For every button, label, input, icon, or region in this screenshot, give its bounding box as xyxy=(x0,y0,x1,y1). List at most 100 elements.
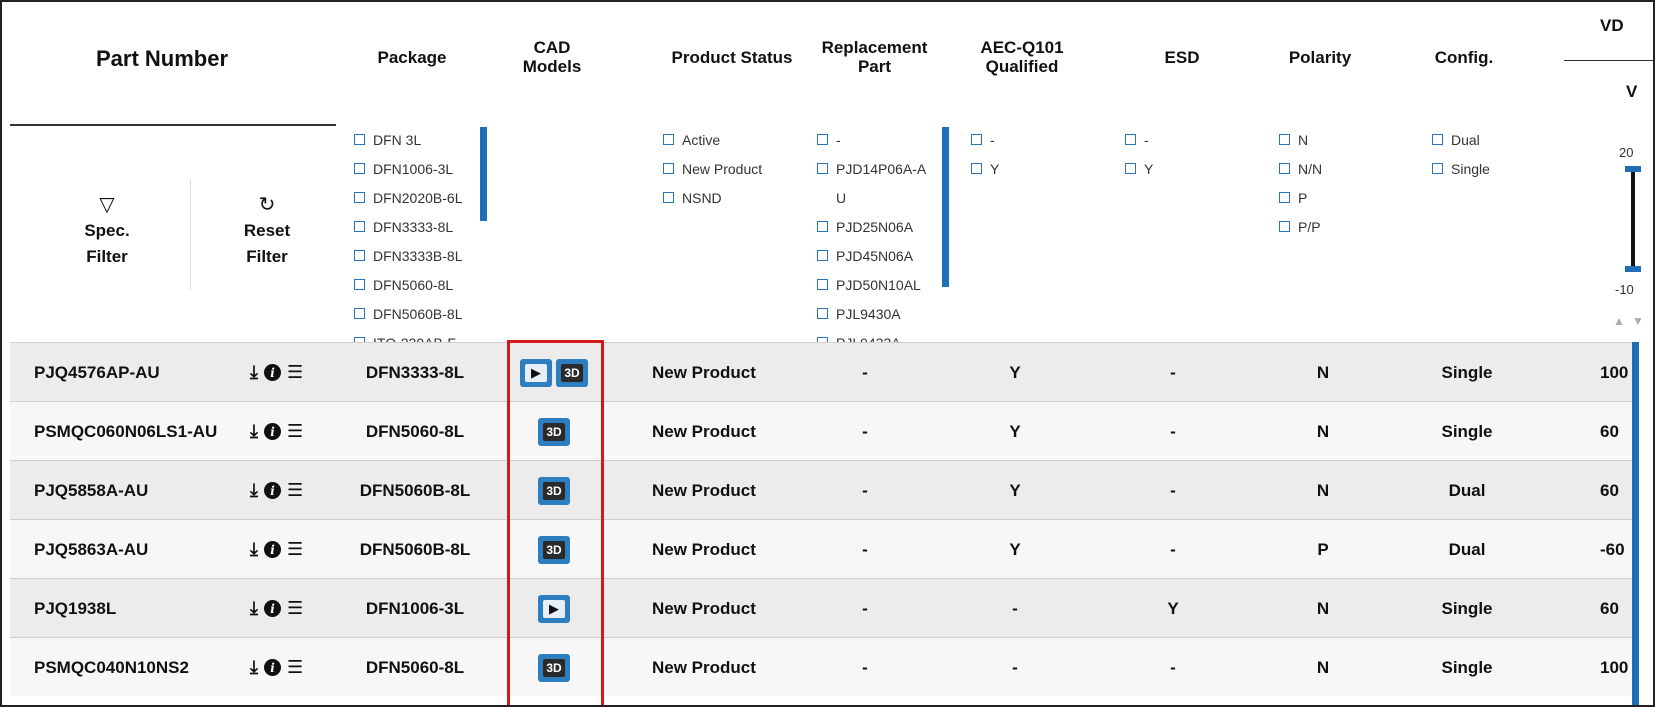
checkbox[interactable] xyxy=(1432,134,1443,145)
filter-option[interactable]: - xyxy=(971,125,1051,154)
vds-max-handle[interactable] xyxy=(1625,166,1641,172)
filter-option[interactable]: PJD14P06A-A xyxy=(817,154,942,183)
checkbox[interactable] xyxy=(354,308,365,319)
header-product-status[interactable]: Product Status xyxy=(652,48,812,67)
cart-icon[interactable]: ☰ xyxy=(287,421,303,442)
scroll-up-icon[interactable]: ▲ xyxy=(1613,314,1625,328)
checkbox[interactable] xyxy=(354,250,365,261)
table-scrollbar[interactable] xyxy=(1632,342,1639,705)
header-vds[interactable]: VD xyxy=(1600,16,1653,35)
checkbox[interactable] xyxy=(1279,192,1290,203)
filter-option[interactable]: Dual xyxy=(1432,125,1522,154)
checkbox[interactable] xyxy=(971,134,982,145)
spec-filter-button[interactable]: ▽ Spec. Filter xyxy=(62,194,152,270)
filter-option[interactable]: DFN 3L xyxy=(354,125,479,154)
filter-package-scrollbar[interactable] xyxy=(480,127,487,221)
vds-min-handle[interactable] xyxy=(1625,266,1641,272)
header-esd[interactable]: ESD xyxy=(1142,48,1222,67)
download-icon[interactable]: ⤓ xyxy=(250,657,258,678)
checkbox[interactable] xyxy=(354,134,365,145)
checkbox[interactable] xyxy=(354,221,365,232)
header-aec-q101[interactable]: AEC-Q101 Qualified xyxy=(967,38,1077,76)
checkbox[interactable] xyxy=(1125,163,1136,174)
checkbox[interactable] xyxy=(971,163,982,174)
filter-option[interactable]: DFN5060B-8L xyxy=(354,299,479,328)
cell-part-number[interactable]: PJQ1938L xyxy=(34,579,116,638)
download-icon[interactable]: ⤓ xyxy=(250,421,258,442)
checkbox[interactable] xyxy=(1279,134,1290,145)
filter-option[interactable]: PJD25N06A xyxy=(817,212,942,241)
header-part-number[interactable]: Part Number xyxy=(42,46,282,72)
checkbox[interactable] xyxy=(1279,221,1290,232)
cad-3d-icon[interactable]: 3D xyxy=(556,358,588,387)
cell-part-number[interactable]: PSMQC060N06LS1-AU xyxy=(34,402,217,461)
checkbox[interactable] xyxy=(817,250,828,261)
info-icon[interactable]: i xyxy=(263,541,281,558)
checkbox[interactable] xyxy=(817,221,828,232)
filter-option[interactable]: New Product xyxy=(663,154,803,183)
filter-option[interactable]: DFN5060-8L xyxy=(354,270,479,299)
cart-icon[interactable]: ☰ xyxy=(287,480,303,501)
filter-option[interactable]: P/P xyxy=(1279,212,1359,241)
vds-range-track[interactable] xyxy=(1631,168,1635,268)
checkbox[interactable] xyxy=(663,163,674,174)
scroll-down-icon[interactable]: ▼ xyxy=(1632,314,1644,328)
cad-3d-icon[interactable]: 3D xyxy=(538,653,570,682)
checkbox[interactable] xyxy=(1432,163,1443,174)
checkbox[interactable] xyxy=(817,163,828,174)
checkbox[interactable] xyxy=(1125,134,1136,145)
filter-option[interactable]: Y xyxy=(971,154,1051,183)
checkbox[interactable] xyxy=(354,192,365,203)
filter-option[interactable]: PJL9433A xyxy=(817,328,942,342)
filter-option[interactable]: PJD45N06A xyxy=(817,241,942,270)
header-polarity[interactable]: Polarity xyxy=(1270,48,1370,67)
filter-option[interactable]: - xyxy=(1125,125,1205,154)
cell-part-number[interactable]: PJQ5858A-AU xyxy=(34,461,148,520)
filter-option[interactable]: Y xyxy=(1125,154,1205,183)
checkbox[interactable] xyxy=(1279,163,1290,174)
filter-option[interactable]: N/N xyxy=(1279,154,1359,183)
filter-option[interactable]: - xyxy=(817,125,942,154)
checkbox[interactable] xyxy=(817,279,828,290)
cart-icon[interactable]: ☰ xyxy=(287,657,303,678)
cart-icon[interactable]: ☰ xyxy=(287,539,303,560)
cad-3d-icon[interactable]: 3D xyxy=(538,535,570,564)
cad-symbol-icon[interactable]: ▶ xyxy=(538,594,570,623)
cad-3d-icon[interactable]: 3D xyxy=(538,417,570,446)
checkbox[interactable] xyxy=(663,134,674,145)
reset-filter-button[interactable]: ↻ Reset Filter xyxy=(222,194,312,270)
cell-part-number[interactable]: PJQ4576AP-AU xyxy=(34,343,160,402)
cell-part-number[interactable]: PJQ5863A-AU xyxy=(34,520,148,579)
header-config[interactable]: Config. xyxy=(1419,48,1509,67)
checkbox[interactable] xyxy=(663,192,674,203)
filter-option[interactable]: N xyxy=(1279,125,1359,154)
filter-option[interactable]: DFN3333-8L xyxy=(354,212,479,241)
download-icon[interactable]: ⤓ xyxy=(250,539,258,560)
info-icon[interactable]: i xyxy=(263,364,281,381)
download-icon[interactable]: ⤓ xyxy=(250,598,258,619)
filter-option[interactable]: P xyxy=(1279,183,1359,212)
info-icon[interactable]: i xyxy=(263,482,281,499)
filter-option[interactable]: Single xyxy=(1432,154,1522,183)
header-cad-models[interactable]: CAD Models xyxy=(512,38,592,76)
filter-option[interactable]: U xyxy=(817,183,942,212)
filter-option[interactable]: ITO-220AB-F xyxy=(354,328,479,342)
filter-option[interactable]: Active xyxy=(663,125,803,154)
checkbox[interactable] xyxy=(817,134,828,145)
checkbox[interactable] xyxy=(354,163,365,174)
filter-option[interactable]: PJL9430A xyxy=(817,299,942,328)
vds-max-value[interactable]: 20 xyxy=(1619,145,1633,160)
filter-option[interactable]: PJD50N10AL xyxy=(817,270,942,299)
cell-part-number[interactable]: PSMQC040N10NS2 xyxy=(34,638,189,697)
info-icon[interactable]: i xyxy=(263,423,281,440)
cad-symbol-icon[interactable]: ▶ xyxy=(520,358,552,387)
filter-option[interactable]: DFN3333B-8L xyxy=(354,241,479,270)
info-icon[interactable]: i xyxy=(263,659,281,676)
filter-option[interactable]: NSND xyxy=(663,183,803,212)
filter-option[interactable]: DFN1006-3L xyxy=(354,154,479,183)
filter-replacement-scrollbar[interactable] xyxy=(942,127,949,287)
vds-min-value[interactable]: -10 xyxy=(1615,282,1634,297)
cad-3d-icon[interactable]: 3D xyxy=(538,476,570,505)
download-icon[interactable]: ⤓ xyxy=(250,362,258,383)
download-icon[interactable]: ⤓ xyxy=(250,480,258,501)
